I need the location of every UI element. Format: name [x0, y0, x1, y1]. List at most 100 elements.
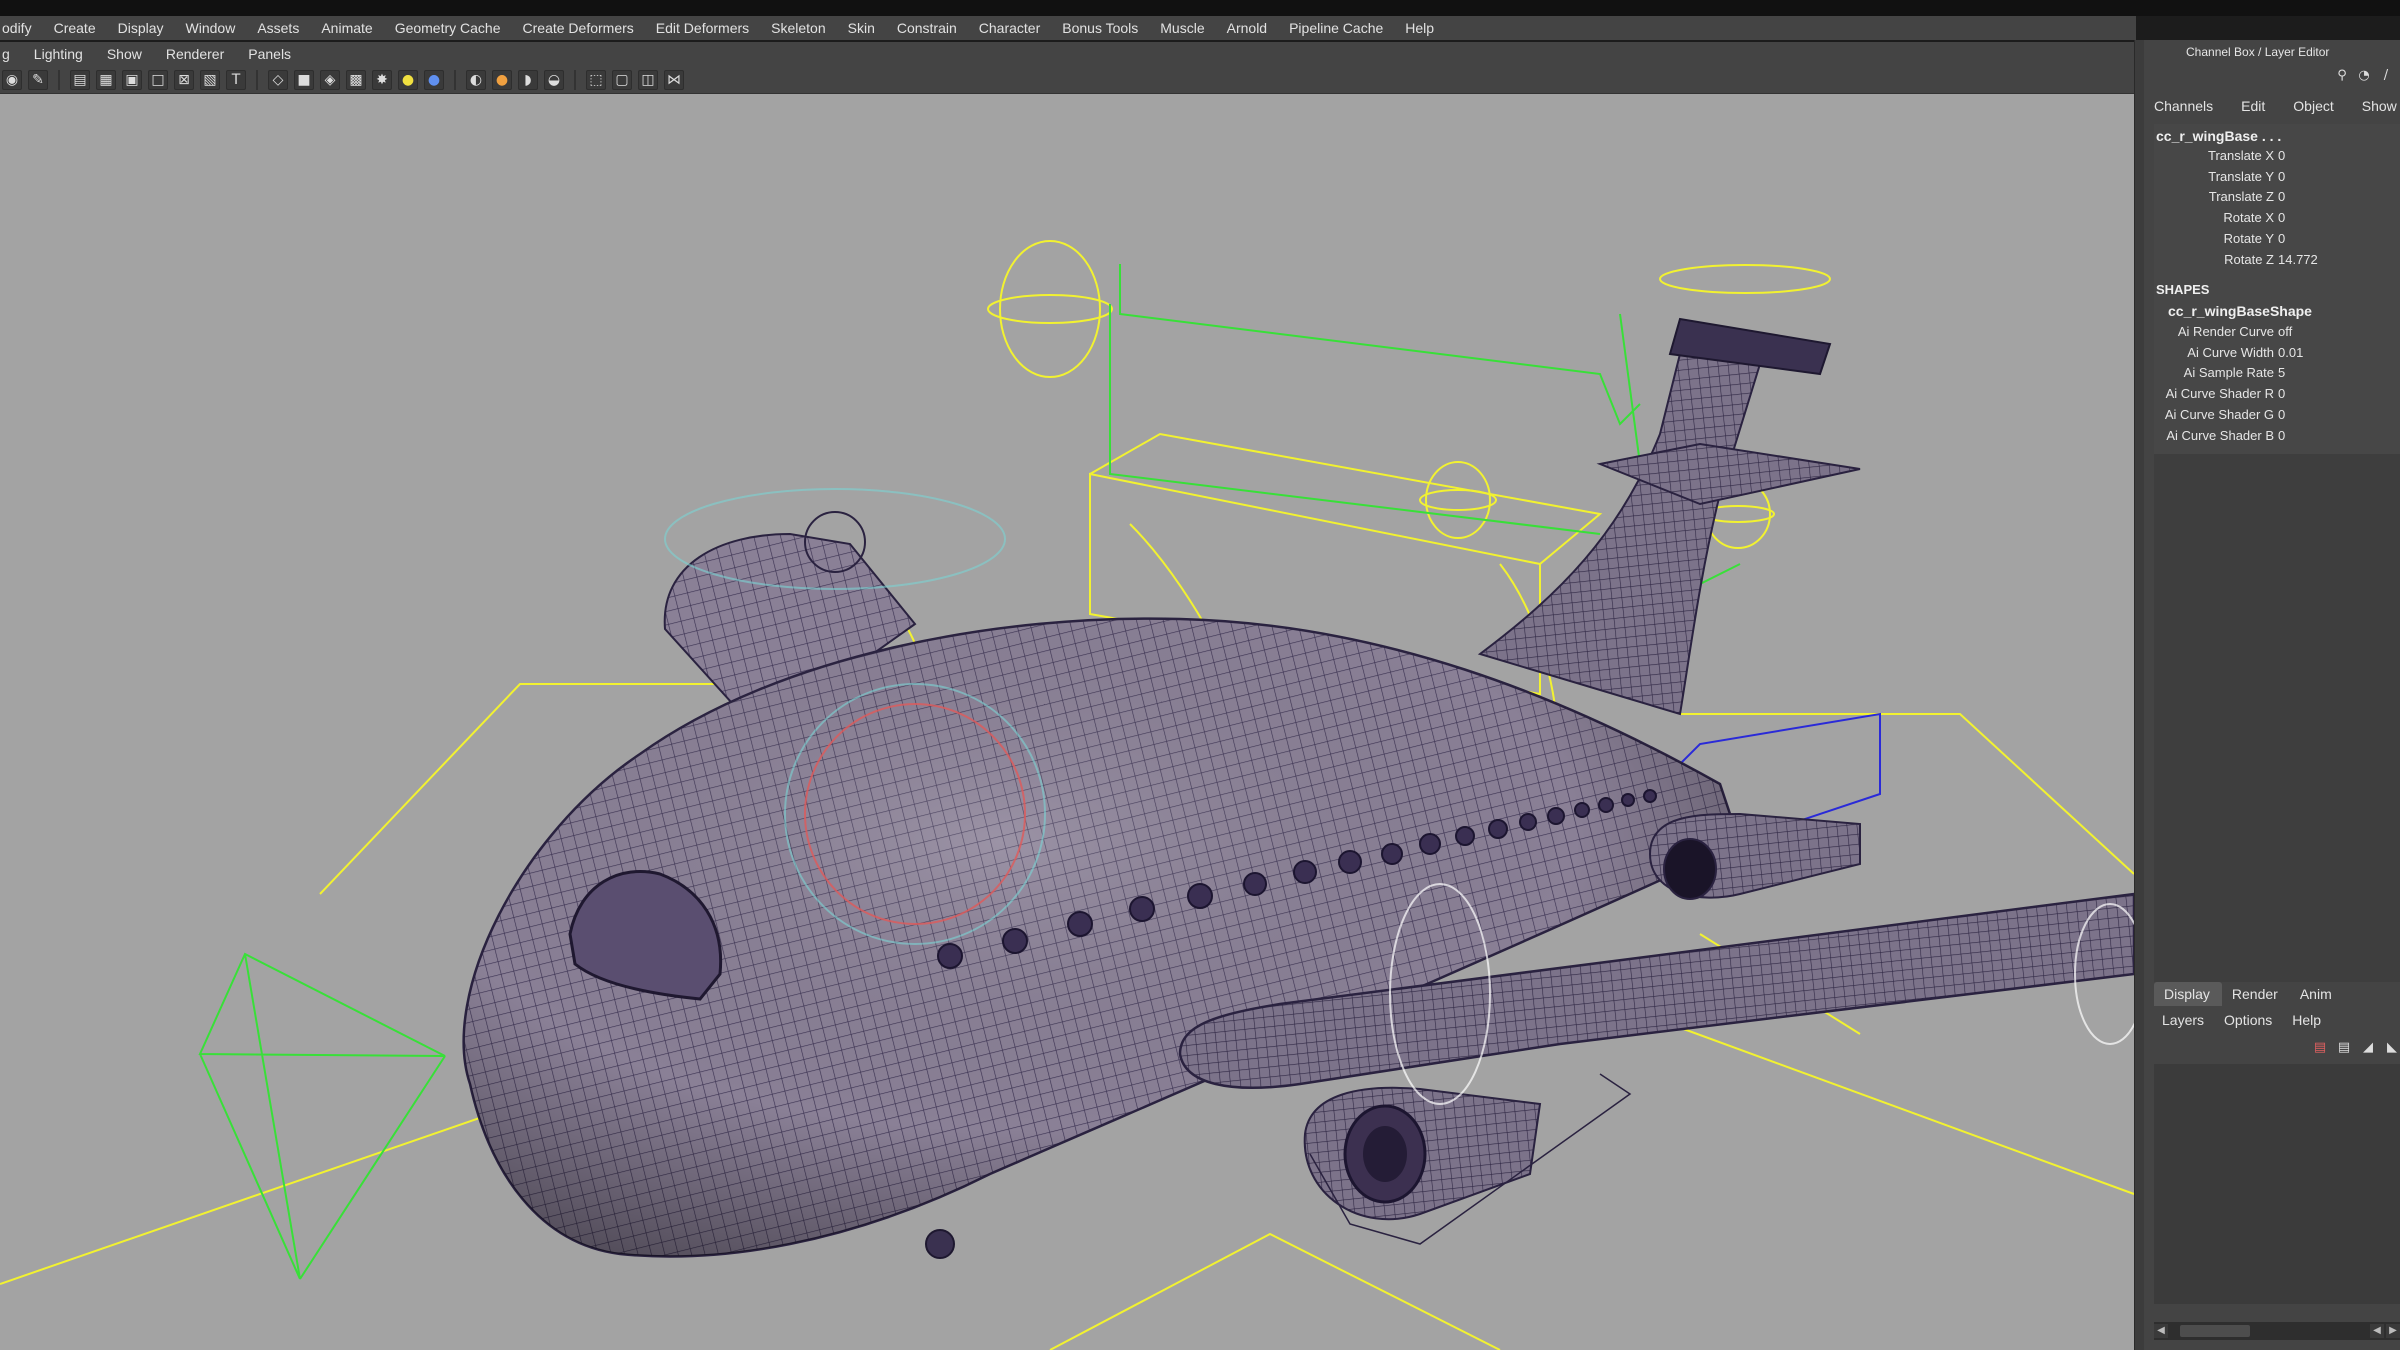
- menu-edit[interactable]: Edit: [2241, 98, 2265, 114]
- channel-row[interactable]: Rotate Z 14.772: [2154, 252, 2400, 272]
- tab-render[interactable]: Render: [2222, 982, 2290, 1006]
- menu-object[interactable]: Object: [2293, 98, 2333, 114]
- image-plane-icon[interactable]: ▤: [70, 69, 90, 90]
- menu-show[interactable]: Show: [2362, 98, 2397, 114]
- panel-menu-item[interactable]: Lighting: [34, 46, 83, 62]
- lights-icon[interactable]: ✸: [372, 69, 392, 90]
- bookmark-icon[interactable]: ✎: [28, 69, 48, 90]
- pin-icon[interactable]: ◔: [2356, 68, 2372, 84]
- hud-icon[interactable]: ▧: [200, 69, 220, 90]
- safe-area-icon[interactable]: ⊠: [174, 69, 194, 90]
- film-gate-icon[interactable]: ▣: [122, 69, 142, 90]
- dof-icon[interactable]: ⬚: [586, 69, 606, 90]
- channel-row[interactable]: Ai Sample Rate 5: [2154, 365, 2400, 385]
- menu-item[interactable]: Window: [186, 20, 236, 36]
- wireframe-on-shaded-icon[interactable]: ◈: [320, 69, 340, 90]
- menu-item[interactable]: Constrain: [897, 20, 957, 36]
- channel-value[interactable]: 0: [2278, 148, 2285, 163]
- grid-icon[interactable]: ▦: [96, 69, 116, 90]
- textured-icon[interactable]: ▩: [346, 69, 366, 90]
- menu-item[interactable]: Create Deformers: [523, 20, 634, 36]
- new-layer-from-selected-icon[interactable]: ▤: [2312, 1040, 2328, 1056]
- channel-value[interactable]: 0.01: [2278, 345, 2303, 360]
- channel-row[interactable]: Ai Curve Shader B 0: [2154, 428, 2400, 448]
- field-chart-icon[interactable]: T: [226, 69, 246, 90]
- key-icon[interactable]: ⚲: [2334, 68, 2350, 84]
- menu-item[interactable]: Edit Deformers: [656, 20, 749, 36]
- channel-label: Translate Y: [2208, 168, 2274, 184]
- menu-item[interactable]: Skin: [848, 20, 875, 36]
- channel-row[interactable]: Translate Y 0: [2154, 169, 2400, 189]
- channel-value[interactable]: 0: [2278, 231, 2285, 246]
- menu-channels[interactable]: Channels: [2154, 98, 2213, 114]
- channel-value[interactable]: 0: [2278, 386, 2285, 401]
- menu-item[interactable]: Muscle: [1160, 20, 1204, 36]
- frame-icon[interactable]: ◫: [638, 69, 658, 90]
- shadows-icon[interactable]: ●: [398, 69, 418, 90]
- menu-item[interactable]: Assets: [257, 20, 299, 36]
- channel-row[interactable]: Rotate X 0: [2154, 210, 2400, 230]
- menu-item[interactable]: Create: [54, 20, 96, 36]
- panel-menu-item[interactable]: g: [2, 46, 10, 62]
- panel-menu-item[interactable]: Show: [107, 46, 142, 62]
- smooth-shade-icon[interactable]: ■: [294, 69, 314, 90]
- channel-label: Ai Curve Shader G: [2164, 406, 2274, 422]
- menu-item[interactable]: Help: [1405, 20, 1434, 36]
- viewport-3d[interactable]: [0, 94, 2134, 1350]
- horizontal-scrollbar[interactable]: ◀ ◀ ▶: [2154, 1322, 2400, 1340]
- menu-item[interactable]: Skeleton: [771, 20, 825, 36]
- menu-layers[interactable]: Layers: [2162, 1012, 2204, 1028]
- channel-value[interactable]: 5: [2278, 365, 2285, 380]
- menu-item[interactable]: Pipeline Cache: [1289, 20, 1383, 36]
- channel-row[interactable]: Ai Curve Shader R 0: [2154, 386, 2400, 406]
- channel-value[interactable]: 0: [2278, 169, 2285, 184]
- menu-item[interactable]: Animate: [321, 20, 372, 36]
- menu-item[interactable]: Character: [979, 20, 1040, 36]
- channel-row[interactable]: Ai Render Curve off: [2154, 324, 2400, 344]
- menu-item[interactable]: Display: [118, 20, 164, 36]
- resolution-gate-icon[interactable]: □: [148, 69, 168, 90]
- cube-icon[interactable]: ▢: [612, 69, 632, 90]
- tab-display[interactable]: Display: [2154, 982, 2222, 1006]
- panel-menu-item[interactable]: Renderer: [166, 46, 224, 62]
- layer-list[interactable]: [2154, 1064, 2400, 1304]
- selected-object-name[interactable]: cc_r_wingBase . . .: [2156, 128, 2281, 144]
- channel-row[interactable]: Ai Curve Width 0.01: [2154, 345, 2400, 365]
- channel-row[interactable]: Translate Z 0: [2154, 189, 2400, 209]
- edit-icon[interactable]: /: [2378, 68, 2394, 84]
- move-down-icon[interactable]: ◣: [2384, 1040, 2400, 1056]
- channel-row[interactable]: Rotate Y 0: [2154, 231, 2400, 251]
- move-up-icon[interactable]: ◢: [2360, 1040, 2376, 1056]
- menu-item[interactable]: Geometry Cache: [395, 20, 501, 36]
- channel-value[interactable]: 0: [2278, 189, 2285, 204]
- isolate-icon[interactable]: ●: [492, 69, 512, 90]
- panel-menu-item[interactable]: Panels: [248, 46, 291, 62]
- menu-item[interactable]: odify: [2, 20, 32, 36]
- share-icon[interactable]: ⋈: [664, 69, 684, 90]
- xray-icon[interactable]: ◐: [466, 69, 486, 90]
- camera-icon[interactable]: ◉: [2, 69, 22, 90]
- motion-blur-icon[interactable]: ◗: [518, 69, 538, 90]
- channel-value[interactable]: off: [2278, 324, 2292, 339]
- menu-help[interactable]: Help: [2292, 1012, 2321, 1028]
- channel-value[interactable]: 0: [2278, 407, 2285, 422]
- multisample-icon[interactable]: ◒: [544, 69, 564, 90]
- panel-splitter[interactable]: [2134, 40, 2144, 1350]
- scrollbar-thumb[interactable]: [2180, 1325, 2250, 1337]
- channel-value[interactable]: 0: [2278, 428, 2285, 443]
- channel-value[interactable]: 14.772: [2278, 252, 2318, 267]
- channel-row[interactable]: Ai Curve Shader G 0: [2154, 407, 2400, 427]
- ambient-occlusion-icon[interactable]: ●: [424, 69, 444, 90]
- channel-value[interactable]: 0: [2278, 210, 2285, 225]
- scroll-left-icon[interactable]: ◀: [2154, 1324, 2168, 1338]
- new-layer-icon[interactable]: ▤: [2336, 1040, 2352, 1056]
- scroll-left-alt-icon[interactable]: ◀: [2370, 1324, 2384, 1338]
- scroll-right-icon[interactable]: ▶: [2386, 1324, 2400, 1338]
- channel-row[interactable]: Translate X 0: [2154, 148, 2400, 168]
- menu-options[interactable]: Options: [2224, 1012, 2272, 1028]
- shape-node-name[interactable]: cc_r_wingBaseShape: [2168, 303, 2312, 319]
- wireframe-icon[interactable]: ◇: [268, 69, 288, 90]
- menu-item[interactable]: Arnold: [1227, 20, 1267, 36]
- menu-item[interactable]: Bonus Tools: [1062, 20, 1138, 36]
- tab-anim[interactable]: Anim: [2290, 982, 2344, 1006]
